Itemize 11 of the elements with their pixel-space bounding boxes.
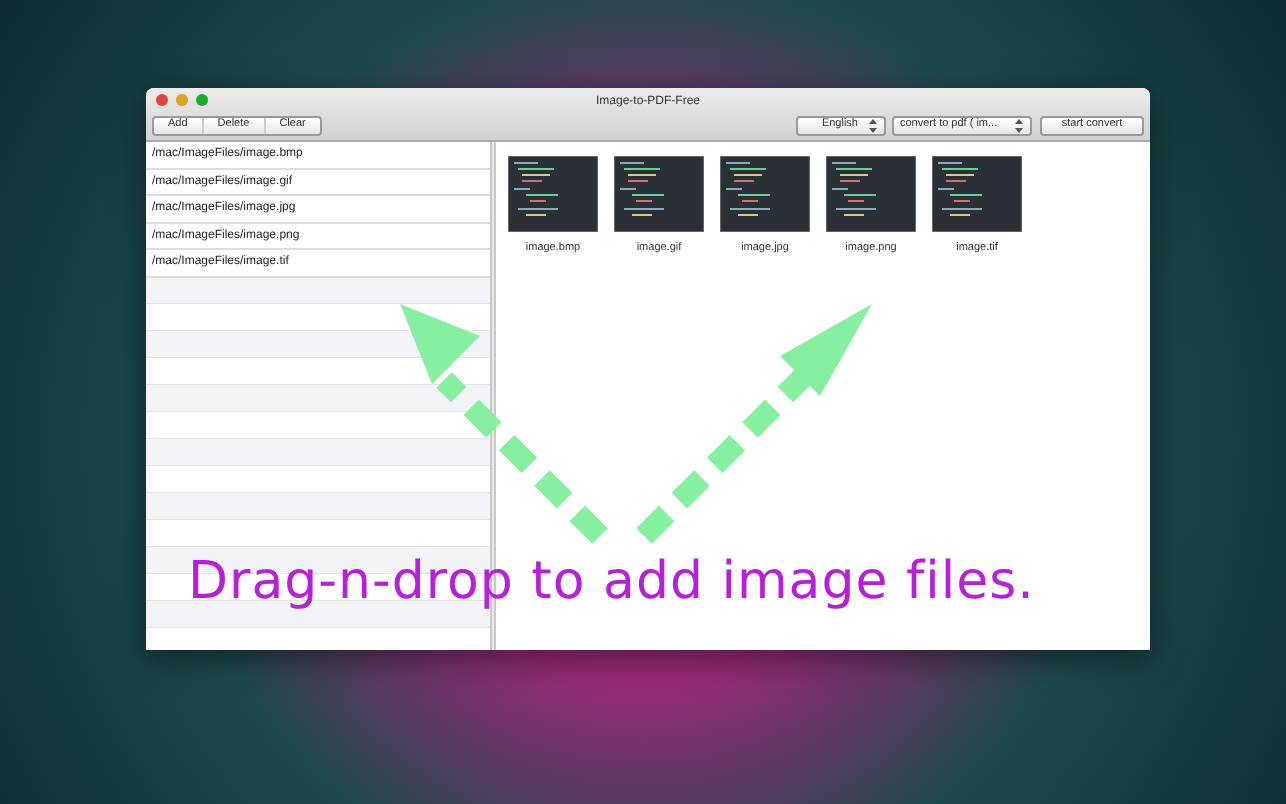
close-icon[interactable] — [156, 94, 168, 106]
minimize-icon[interactable] — [176, 94, 188, 106]
overlay-caption: Drag-n-drop to add image files. — [188, 552, 1035, 612]
code-screenshot-thumbnail — [508, 156, 598, 232]
code-screenshot-thumbnail — [720, 156, 810, 232]
updown-icon — [868, 118, 878, 134]
code-screenshot-thumbnail — [932, 156, 1022, 232]
code-screenshot-thumbnail — [826, 156, 916, 232]
code-screenshot-thumbnail — [614, 156, 704, 232]
maximize-icon[interactable] — [196, 94, 208, 106]
updown-icon — [1014, 118, 1024, 134]
